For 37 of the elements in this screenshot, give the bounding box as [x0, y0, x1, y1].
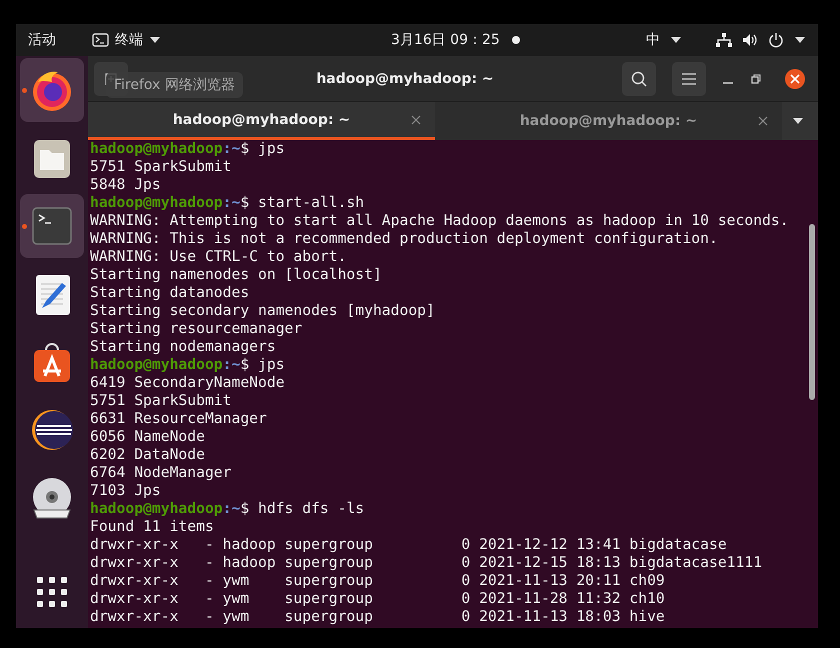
output-line: Starting resourcemanager	[90, 320, 302, 337]
prompt-user: hadoop@myhadoop	[90, 500, 223, 517]
command-text: $ hdfs dfs -ls	[240, 500, 364, 517]
output-line: 6631 ResourceManager	[90, 410, 267, 427]
output-line: 7103 Jps	[90, 482, 161, 499]
output-line: 5848 Jps	[90, 176, 161, 193]
window-title: hadoop@myhadoop: ~	[316, 70, 494, 86]
output-line: drwxr-xr-x - ywm supergroup 0 2021-11-13 20:11 ch09	[90, 572, 665, 589]
command-text: $ start-all.sh	[240, 194, 364, 211]
output-line: 6764 NodeManager	[90, 464, 232, 481]
output-line: Starting namenodes on [localhost]	[90, 266, 382, 283]
output-line: WARNING: This is not a recommended production deployment configuration.	[90, 230, 718, 247]
output-line: 5751 SparkSubmit	[90, 392, 232, 409]
command-text: $ jps	[240, 356, 285, 373]
output-line: 5751 SparkSubmit	[90, 158, 232, 175]
output-line: Starting datanodes	[90, 284, 250, 301]
tooltip: Firefox 网络浏览器	[106, 72, 243, 98]
prompt-path: :~	[222, 500, 240, 517]
output-line: Starting secondary namenodes [myhadoop]	[90, 302, 435, 319]
prompt-path: :~	[222, 194, 240, 211]
prompt-user: hadoop@myhadoop	[90, 194, 223, 211]
output-line: drwxr-xr-x - hadoop supergroup 0 2021-12-12 13:41 bigdatacase	[90, 536, 727, 553]
prompt-user: hadoop@myhadoop	[90, 140, 223, 157]
output-line: WARNING: Attempting to start all Apache Hadoop daemons as hadoop in 10 seconds.	[90, 212, 789, 229]
output-line: 6056 NameNode	[90, 428, 205, 445]
command-text: $ jps	[240, 140, 285, 157]
output-line: 6419 SecondaryNameNode	[90, 374, 285, 391]
output-line: Starting nodemanagers	[90, 338, 276, 355]
output-line: WARNING: Use CTRL-C to abort.	[90, 248, 346, 265]
prompt-path: :~	[222, 356, 240, 373]
output-line: drwxr-xr-x - ywm supergroup 0 2021-11-28 11:32 ch10	[90, 590, 665, 607]
prompt-path: :~	[222, 140, 240, 157]
output-line: 6202 DataNode	[90, 446, 205, 463]
output-line: Found 11 items	[90, 518, 214, 535]
output-line: drwxr-xr-x - ywm supergroup 0 2021-11-13 18:03 hive	[90, 608, 665, 625]
prompt-user: hadoop@myhadoop	[90, 356, 223, 373]
output-line: drwxr-xr-x - hadoop supergroup 0 2021-12-15 18:13 bigdatacase1111	[90, 554, 762, 571]
